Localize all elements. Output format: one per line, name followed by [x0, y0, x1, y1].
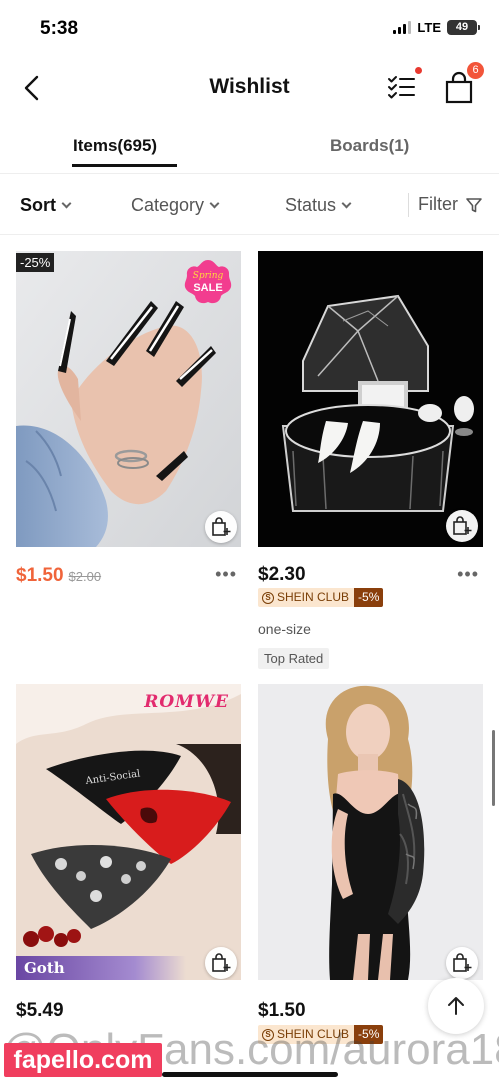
status-dropdown[interactable]: Status [285, 195, 352, 216]
chevron-down-icon [341, 198, 352, 209]
category-dropdown[interactable]: Category [131, 195, 220, 216]
checklist-button[interactable] [386, 74, 418, 102]
page-title: Wishlist [209, 75, 290, 98]
product-card[interactable]: -25% Spring SALE $1.50 $2.00 ••• [16, 251, 241, 591]
tab-boards[interactable]: Boards(1) [330, 136, 409, 156]
funnel-icon [466, 197, 482, 212]
spring-sale-badge: Spring SALE [183, 257, 233, 307]
price-row: $5.49 [16, 1000, 64, 1022]
status-bar: 5:38 LTE 49 [0, 0, 499, 58]
product-image[interactable]: Anti-Social ROMWE Goth [16, 684, 241, 980]
tab-items[interactable]: Items(695) [73, 136, 157, 156]
shein-club-badge: S SHEIN CLUB -5% [258, 588, 384, 607]
add-to-bag-icon [212, 953, 231, 972]
product-card[interactable]: $2.30 ••• S SHEIN CLUB -5% one-size Top R… [258, 251, 483, 671]
signal-icon [393, 21, 412, 34]
chevron-down-icon [61, 198, 72, 209]
price: $1.50 [16, 565, 64, 586]
status-indicators: LTE 49 [393, 20, 480, 35]
product-image[interactable] [258, 684, 483, 980]
price-row: $1.50 $2.00 [16, 565, 101, 587]
add-to-cart-button[interactable] [446, 510, 478, 542]
filter-divider [408, 193, 409, 217]
notification-dot [415, 67, 422, 74]
watermark-logo: fapello.com [4, 1043, 162, 1077]
scrollbar[interactable] [492, 730, 495, 806]
status-time: 5:38 [40, 18, 79, 39]
discount-badge: -25% [16, 253, 55, 272]
sale-badge-bottom: SALE [193, 282, 223, 294]
add-to-bag-icon [453, 953, 472, 972]
romwe-brand-logo: ROMWE [144, 692, 229, 712]
add-to-bag-icon [212, 517, 231, 536]
checklist-icon [388, 76, 415, 99]
price: $1.50 [258, 1000, 306, 1021]
chevron-down-icon [209, 198, 220, 209]
product-image[interactable] [258, 251, 483, 547]
fangs-photo [258, 251, 483, 547]
add-to-cart-button[interactable] [446, 947, 478, 979]
price: $5.49 [16, 1000, 64, 1021]
status-label: Status [285, 195, 337, 215]
battery-level: 49 [455, 21, 469, 33]
add-to-cart-button[interactable] [205, 511, 237, 543]
arrow-up-icon [448, 997, 464, 1015]
sort-label: Sort [20, 195, 56, 215]
category-label: Category [131, 195, 205, 215]
goth-style-tag: Goth [16, 956, 186, 980]
tab-bar: Items(695) Boards(1) [0, 126, 499, 174]
sort-dropdown[interactable]: Sort [20, 195, 72, 216]
price-row: $2.30 [258, 564, 306, 586]
active-tab-indicator [72, 164, 177, 167]
network-type: LTE [417, 20, 441, 35]
dress-photo [258, 684, 483, 980]
cart-count-badge: 6 [467, 62, 484, 79]
top-rated-tag: Top Rated [258, 648, 330, 669]
price-row: $1.50 [258, 1000, 306, 1022]
sale-badge-top: Spring [192, 271, 224, 281]
add-to-bag-icon [453, 516, 472, 535]
price: $2.30 [258, 564, 306, 585]
battery-icon: 49 [447, 20, 480, 35]
header: Wishlist 6 [0, 58, 499, 118]
more-options-button[interactable]: ••• [215, 564, 237, 585]
more-options-button[interactable]: ••• [457, 564, 479, 585]
filter-label: Filter [418, 194, 458, 214]
club-logo-icon: S [262, 591, 274, 604]
filter-button[interactable]: Filter [418, 194, 483, 215]
club-label: SHEIN CLUB [277, 590, 350, 604]
product-image[interactable]: -25% Spring SALE [16, 251, 241, 547]
club-discount: -5% [354, 588, 384, 607]
add-to-cart-button[interactable] [205, 947, 237, 979]
original-price: $2.00 [68, 569, 102, 584]
product-size: one-size [258, 621, 311, 637]
underwear-photo: Anti-Social [16, 684, 241, 980]
filter-bar: Sort Category Status Filter [0, 175, 499, 235]
product-card[interactable]: Anti-Social ROMWE Goth $5.49 [16, 684, 241, 1024]
home-indicator [162, 1072, 338, 1077]
